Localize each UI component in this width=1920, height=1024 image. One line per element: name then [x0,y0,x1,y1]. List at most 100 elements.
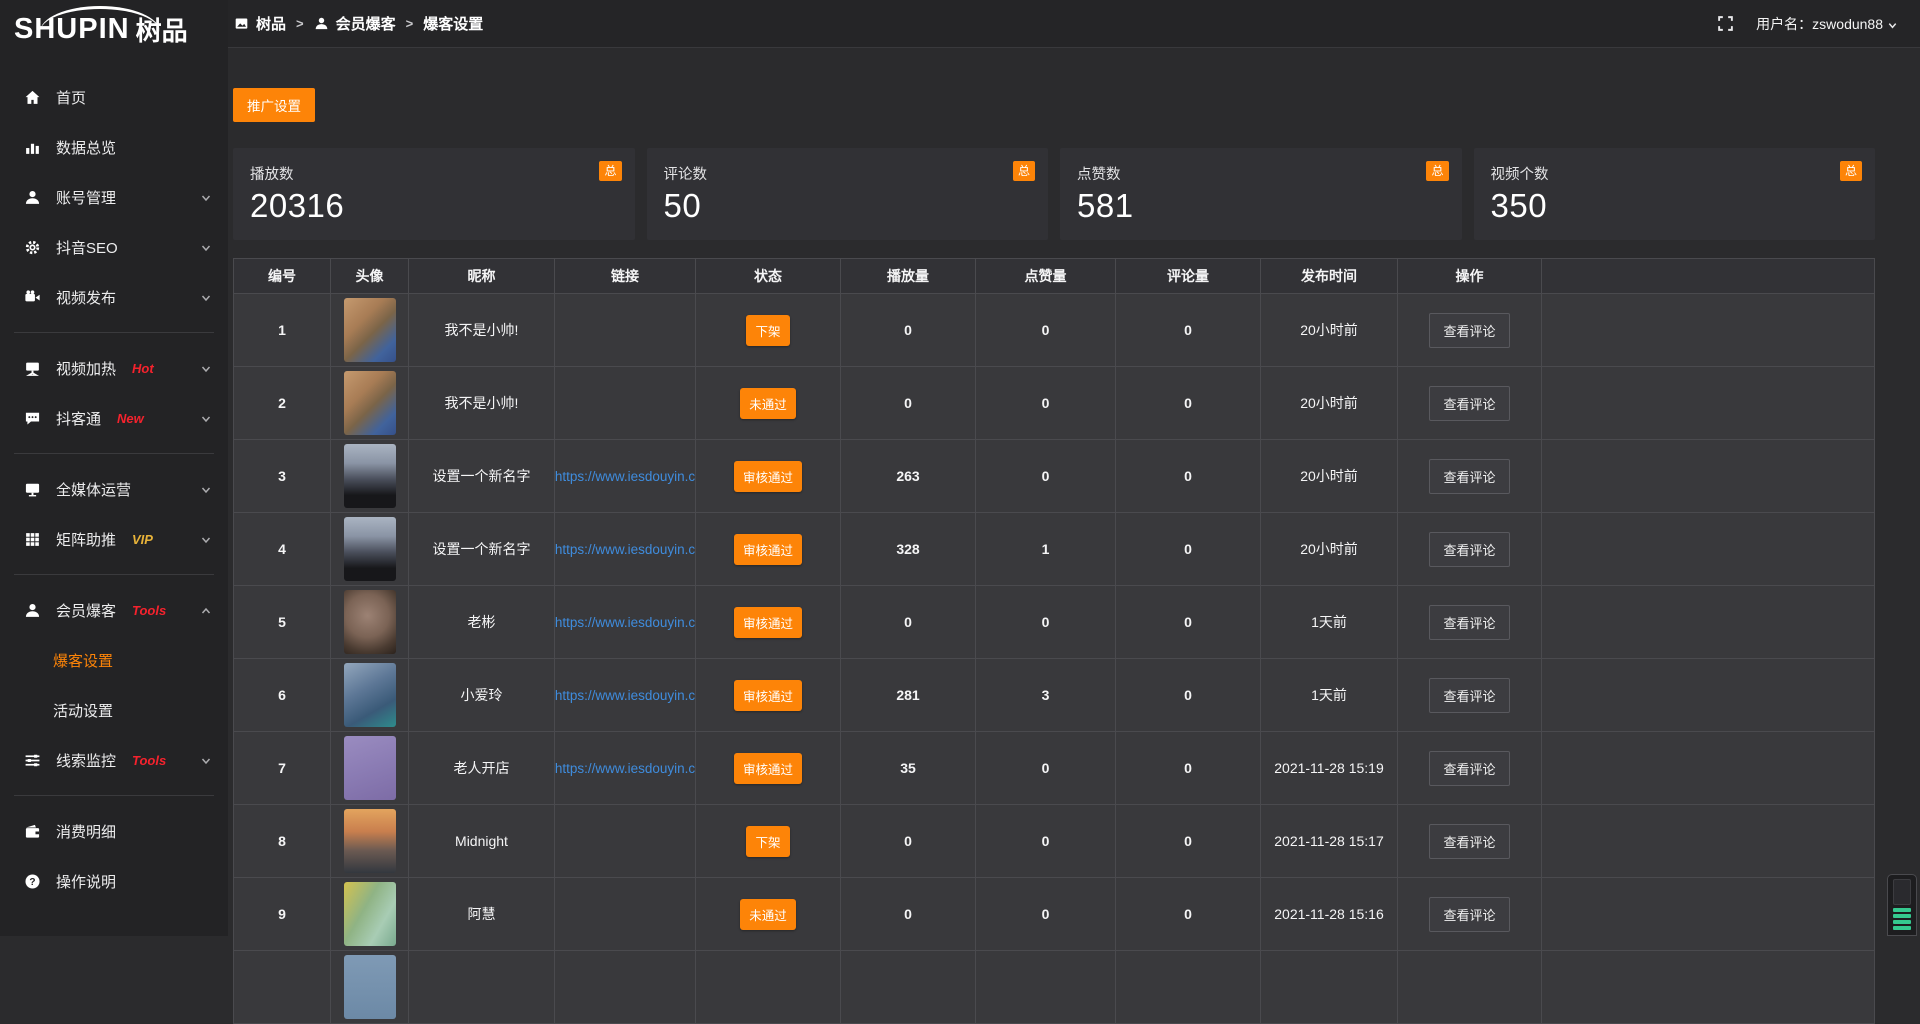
status-badge[interactable]: 审核通过 [734,461,802,492]
cell-plays: 0 [841,805,976,877]
video-link[interactable]: https://www.iesdouyin.c [555,688,695,703]
avatar [344,517,396,581]
status-badge[interactable]: 审核通过 [734,680,802,711]
sidebar-item-matrix-boost[interactable]: 矩阵助推VIP [0,514,228,564]
status-badge[interactable]: 审核通过 [734,534,802,565]
sidebar-item-consume-detail[interactable]: 消费明细 [0,806,228,856]
avatar [344,663,396,727]
cell-comments: 0 [1116,367,1261,439]
column-header [1542,259,1874,293]
cell-plays: 263 [841,440,976,512]
cell-nickname: 老人开店 [409,732,555,804]
cell-filler [1542,586,1874,658]
sidebar-item-video-publish[interactable]: 视频发布 [0,272,228,322]
video-link[interactable]: https://www.iesdouyin.c [555,615,695,630]
cell-status: 审核通过 [696,513,841,585]
cell-plays: 281 [841,659,976,731]
sidebar-item-tag: VIP [132,532,153,547]
status-badge[interactable]: 审核通过 [734,607,802,638]
sidebar-item-media-operation[interactable]: 全媒体运营 [0,464,228,514]
status-badge[interactable]: 下架 [746,315,789,346]
sidebar-item-label: 视频加热 [56,358,116,379]
sidebar: SHUPIN 树品 首页数据总览账号管理抖音SEO 视频发布视频加热Hot抖客通N… [0,0,228,936]
table-row: 3设置一个新名字https://www.iesdouyin.c审核通过26300… [234,440,1874,513]
sidebar-subitem-baoke-settings[interactable]: 爆客设置 [0,635,228,685]
cell-likes: 3 [976,659,1116,731]
stat-card-label: 视频个数 [1491,163,1862,184]
fullscreen-icon[interactable] [1717,15,1734,32]
cell-likes: 0 [976,878,1116,950]
cell-plays: 35 [841,732,976,804]
cell-status: 下架 [696,294,841,366]
avatar [344,882,396,946]
status-badge[interactable]: 审核通过 [734,753,802,784]
sidebar-item-video-heat[interactable]: 视频加热Hot [0,343,228,393]
sidebar-menu: 首页数据总览账号管理抖音SEO 视频发布视频加热Hot抖客通New 全媒体运营矩阵助… [0,72,228,906]
video-link[interactable]: https://www.iesdouyin.c [555,469,695,484]
cell-status [696,951,841,1023]
screen-icon [24,360,41,377]
view-comments-button[interactable]: 查看评论 [1429,824,1509,859]
sidebar-item-account-manage[interactable]: 账号管理 [0,172,228,222]
status-badge[interactable]: 未通过 [740,899,796,930]
video-link[interactable]: https://www.iesdouyin.c [555,761,695,776]
cell-publish-time: 20小时前 [1261,513,1398,585]
stat-card: 播放数20316总 [233,148,635,240]
cell-comments: 0 [1116,659,1261,731]
table-row: 8Midnight下架0002021-11-28 15:17查看评论 [234,805,1874,878]
column-header: 链接 [555,259,696,293]
view-comments-button[interactable]: 查看评论 [1429,313,1509,348]
view-comments-button[interactable]: 查看评论 [1429,897,1509,932]
cell-likes: 0 [976,294,1116,366]
view-comments-button[interactable]: 查看评论 [1429,605,1509,640]
sidebar-item-data-overview[interactable]: 数据总览 [0,122,228,172]
cell-nickname: 设置一个新名字 [409,513,555,585]
video-link[interactable]: https://www.iesdouyin.c [555,542,695,557]
sidebar-divider [14,574,214,575]
cell-filler [1542,732,1874,804]
cell-plays: 0 [841,586,976,658]
cell-likes: 0 [976,586,1116,658]
cell-action [1398,951,1542,1023]
cell-link [555,294,696,366]
avatar [344,371,396,435]
cell-link [555,367,696,439]
promo-settings-button[interactable]: 推广设置 [233,88,315,122]
cell-status: 审核通过 [696,440,841,512]
username-dropdown[interactable]: 用户名：zswodun88 [1756,14,1898,34]
breadcrumb-item-shupin[interactable]: 树品 [234,13,286,34]
sidebar-item-clue-monitor[interactable]: 线索监控Tools [0,735,228,785]
view-comments-button[interactable]: 查看评论 [1429,678,1509,713]
chevron-down-icon [200,362,212,374]
sidebar-item-member-baoke[interactable]: 会员爆客Tools [0,585,228,635]
sidebar-item-operation-guide[interactable]: ?操作说明 [0,856,228,906]
sidebar-item-douyin-seo[interactable]: 抖音SEO [0,222,228,272]
table-row [234,951,1874,1024]
cell-filler [1542,805,1874,877]
cell-link: https://www.iesdouyin.c [555,440,696,512]
sidebar-item-label: 会员爆客 [56,600,116,621]
svg-text:?: ? [29,877,35,888]
status-badge[interactable]: 未通过 [740,388,796,419]
cell-id: 4 [234,513,331,585]
cell-id: 9 [234,878,331,950]
breadcrumb-item-member-baoke[interactable]: 会员爆客 [314,13,396,34]
sidebar-item-label: 视频发布 [56,287,116,308]
stat-card-total-badge: 总 [1426,161,1448,181]
view-comments-button[interactable]: 查看评论 [1429,459,1509,494]
sidebar-item-label: 消费明细 [56,821,116,842]
status-badge[interactable]: 下架 [746,826,789,857]
sidebar-subitem-activity-settings[interactable]: 活动设置 [0,685,228,735]
view-comments-button[interactable]: 查看评论 [1429,751,1509,786]
app-logo[interactable]: SHUPIN 树品 [0,0,228,58]
sidebar-item-label: 账号管理 [56,187,116,208]
avatar [344,590,396,654]
column-header: 操作 [1398,259,1542,293]
breadcrumb-label: 会员爆客 [336,13,396,34]
breadcrumb-item-baoke-settings[interactable]: 爆客设置 [423,13,483,34]
view-comments-button[interactable]: 查看评论 [1429,386,1509,421]
floating-widget[interactable] [1887,874,1917,936]
sidebar-item-home[interactable]: 首页 [0,72,228,122]
view-comments-button[interactable]: 查看评论 [1429,532,1509,567]
sidebar-item-douketong[interactable]: 抖客通New [0,393,228,443]
